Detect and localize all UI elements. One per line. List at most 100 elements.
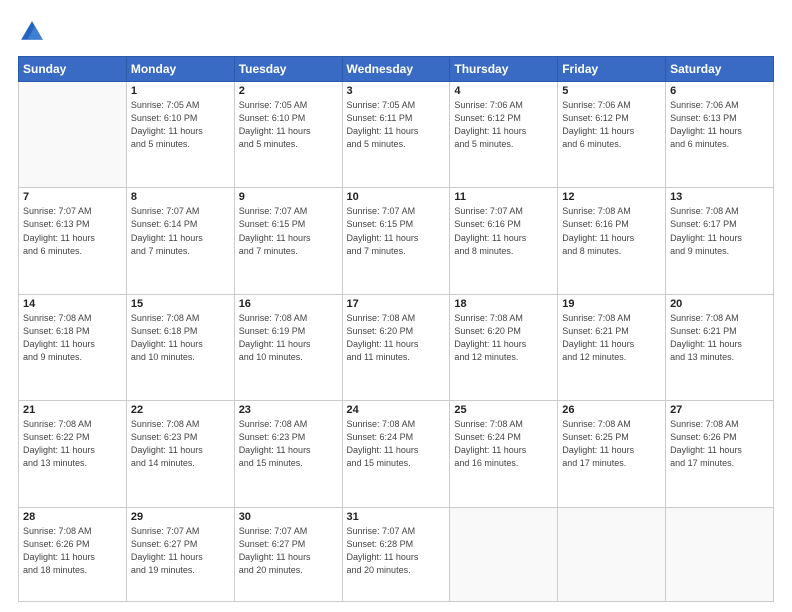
weekday-header: Wednesday: [342, 57, 450, 82]
weekday-header: Saturday: [666, 57, 774, 82]
calendar-cell: 7 Sunrise: 7:07 AMSunset: 6:13 PMDaylight…: [19, 188, 127, 294]
calendar-cell: 3 Sunrise: 7:05 AMSunset: 6:11 PMDaylight…: [342, 82, 450, 188]
day-info: Sunrise: 7:08 AMSunset: 6:19 PMDaylight:…: [239, 312, 338, 364]
calendar-cell: 14 Sunrise: 7:08 AMSunset: 6:18 PMDayligh…: [19, 294, 127, 400]
day-number: 15: [131, 298, 230, 310]
calendar-cell: 31 Sunrise: 7:07 AMSunset: 6:28 PMDayligh…: [342, 507, 450, 601]
day-number: 7: [23, 191, 122, 203]
day-number: 8: [131, 191, 230, 203]
day-info: Sunrise: 7:07 AMSunset: 6:27 PMDaylight:…: [131, 525, 230, 577]
calendar-cell: 17 Sunrise: 7:08 AMSunset: 6:20 PMDayligh…: [342, 294, 450, 400]
day-number: 18: [454, 298, 553, 310]
calendar-cell: [666, 507, 774, 601]
calendar-cell: 12Sunrise: 7:08 AMSunset: 6:16 PMDayligh…: [558, 188, 666, 294]
day-number: 2: [239, 85, 338, 97]
weekday-header: Thursday: [450, 57, 558, 82]
calendar-cell: 9 Sunrise: 7:07 AMSunset: 6:15 PMDaylight…: [234, 188, 342, 294]
day-number: 10: [347, 191, 446, 203]
calendar-cell: 10Sunrise: 7:07 AMSunset: 6:15 PMDayligh…: [342, 188, 450, 294]
calendar-cell: 5 Sunrise: 7:06 AMSunset: 6:12 PMDaylight…: [558, 82, 666, 188]
day-number: 17: [347, 298, 446, 310]
day-info: Sunrise: 7:08 AMSunset: 6:25 PMDaylight:…: [562, 418, 661, 470]
weekday-header: Sunday: [19, 57, 127, 82]
logo-icon: [18, 18, 46, 46]
day-info: Sunrise: 7:08 AMSunset: 6:26 PMDaylight:…: [23, 525, 122, 577]
calendar-cell: 24Sunrise: 7:08 AMSunset: 6:24 PMDayligh…: [342, 401, 450, 507]
day-info: Sunrise: 7:05 AMSunset: 6:11 PMDaylight:…: [347, 99, 446, 151]
calendar-cell: [558, 507, 666, 601]
day-number: 19: [562, 298, 661, 310]
day-info: Sunrise: 7:08 AMSunset: 6:18 PMDaylight:…: [23, 312, 122, 364]
calendar-cell: [450, 507, 558, 601]
logo: [18, 18, 50, 46]
calendar-cell: 1 Sunrise: 7:05 AMSunset: 6:10 PMDaylight…: [126, 82, 234, 188]
day-info: Sunrise: 7:05 AMSunset: 6:10 PMDaylight:…: [131, 99, 230, 151]
weekday-header: Monday: [126, 57, 234, 82]
calendar-cell: 29 Sunrise: 7:07 AMSunset: 6:27 PMDayligh…: [126, 507, 234, 601]
day-number: 1: [131, 85, 230, 97]
day-info: Sunrise: 7:08 AMSunset: 6:21 PMDaylight:…: [670, 312, 769, 364]
calendar-cell: 18 Sunrise: 7:08 AMSunset: 6:20 PMDayligh…: [450, 294, 558, 400]
calendar-cell: 13 Sunrise: 7:08 AMSunset: 6:17 PMDayligh…: [666, 188, 774, 294]
day-info: Sunrise: 7:08 AMSunset: 6:26 PMDaylight:…: [670, 418, 769, 470]
calendar-cell: 30 Sunrise: 7:07 AMSunset: 6:27 PMDayligh…: [234, 507, 342, 601]
day-info: Sunrise: 7:07 AMSunset: 6:28 PMDaylight:…: [347, 525, 446, 577]
calendar-cell: 2 Sunrise: 7:05 AMSunset: 6:10 PMDaylight…: [234, 82, 342, 188]
header: [18, 18, 774, 46]
calendar-cell: 20Sunrise: 7:08 AMSunset: 6:21 PMDayligh…: [666, 294, 774, 400]
calendar-cell: 22 Sunrise: 7:08 AMSunset: 6:23 PMDayligh…: [126, 401, 234, 507]
day-info: Sunrise: 7:06 AMSunset: 6:12 PMDaylight:…: [562, 99, 661, 151]
day-info: Sunrise: 7:08 AMSunset: 6:23 PMDaylight:…: [131, 418, 230, 470]
calendar-cell: 23 Sunrise: 7:08 AMSunset: 6:23 PMDayligh…: [234, 401, 342, 507]
weekday-header: Tuesday: [234, 57, 342, 82]
calendar-cell: [19, 82, 127, 188]
calendar-cell: 15 Sunrise: 7:08 AMSunset: 6:18 PMDayligh…: [126, 294, 234, 400]
day-info: Sunrise: 7:07 AMSunset: 6:16 PMDaylight:…: [454, 205, 553, 257]
calendar-table: SundayMondayTuesdayWednesdayThursdayFrid…: [18, 56, 774, 602]
day-info: Sunrise: 7:06 AMSunset: 6:12 PMDaylight:…: [454, 99, 553, 151]
day-number: 21: [23, 404, 122, 416]
day-number: 31: [347, 511, 446, 523]
calendar-cell: 19 Sunrise: 7:08 AMSunset: 6:21 PMDayligh…: [558, 294, 666, 400]
day-number: 26: [562, 404, 661, 416]
day-number: 3: [347, 85, 446, 97]
day-number: 9: [239, 191, 338, 203]
calendar-cell: 8 Sunrise: 7:07 AMSunset: 6:14 PMDaylight…: [126, 188, 234, 294]
day-info: Sunrise: 7:07 AMSunset: 6:14 PMDaylight:…: [131, 205, 230, 257]
day-number: 5: [562, 85, 661, 97]
day-number: 4: [454, 85, 553, 97]
day-info: Sunrise: 7:08 AMSunset: 6:24 PMDaylight:…: [347, 418, 446, 470]
day-number: 30: [239, 511, 338, 523]
calendar-cell: 4 Sunrise: 7:06 AMSunset: 6:12 PMDaylight…: [450, 82, 558, 188]
day-number: 14: [23, 298, 122, 310]
day-info: Sunrise: 7:08 AMSunset: 6:18 PMDaylight:…: [131, 312, 230, 364]
day-info: Sunrise: 7:07 AMSunset: 6:27 PMDaylight:…: [239, 525, 338, 577]
day-info: Sunrise: 7:05 AMSunset: 6:10 PMDaylight:…: [239, 99, 338, 151]
day-info: Sunrise: 7:08 AMSunset: 6:24 PMDaylight:…: [454, 418, 553, 470]
day-info: Sunrise: 7:08 AMSunset: 6:17 PMDaylight:…: [670, 205, 769, 257]
day-info: Sunrise: 7:08 AMSunset: 6:23 PMDaylight:…: [239, 418, 338, 470]
day-info: Sunrise: 7:08 AMSunset: 6:16 PMDaylight:…: [562, 205, 661, 257]
day-number: 27: [670, 404, 769, 416]
day-number: 29: [131, 511, 230, 523]
day-info: Sunrise: 7:08 AMSunset: 6:20 PMDaylight:…: [454, 312, 553, 364]
day-number: 22: [131, 404, 230, 416]
day-number: 25: [454, 404, 553, 416]
day-number: 28: [23, 511, 122, 523]
calendar-cell: 26 Sunrise: 7:08 AMSunset: 6:25 PMDayligh…: [558, 401, 666, 507]
page: SundayMondayTuesdayWednesdayThursdayFrid…: [0, 0, 792, 612]
day-info: Sunrise: 7:08 AMSunset: 6:21 PMDaylight:…: [562, 312, 661, 364]
day-number: 13: [670, 191, 769, 203]
day-number: 6: [670, 85, 769, 97]
calendar-cell: 25 Sunrise: 7:08 AMSunset: 6:24 PMDayligh…: [450, 401, 558, 507]
calendar-cell: 21 Sunrise: 7:08 AMSunset: 6:22 PMDayligh…: [19, 401, 127, 507]
day-info: Sunrise: 7:07 AMSunset: 6:13 PMDaylight:…: [23, 205, 122, 257]
day-info: Sunrise: 7:08 AMSunset: 6:22 PMDaylight:…: [23, 418, 122, 470]
day-number: 11: [454, 191, 553, 203]
calendar-cell: 27 Sunrise: 7:08 AMSunset: 6:26 PMDayligh…: [666, 401, 774, 507]
day-number: 23: [239, 404, 338, 416]
weekday-header: Friday: [558, 57, 666, 82]
calendar-cell: 28 Sunrise: 7:08 AMSunset: 6:26 PMDayligh…: [19, 507, 127, 601]
day-info: Sunrise: 7:08 AMSunset: 6:20 PMDaylight:…: [347, 312, 446, 364]
day-info: Sunrise: 7:07 AMSunset: 6:15 PMDaylight:…: [239, 205, 338, 257]
